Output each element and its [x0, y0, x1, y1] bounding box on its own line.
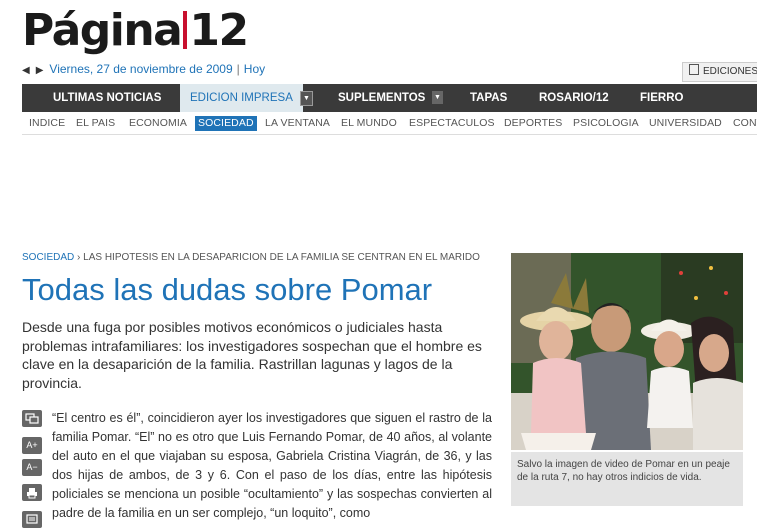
section-nav: INDICE EL PAIS ECONOMIA SOCIEDAD LA VENT… [22, 114, 757, 135]
section-economia[interactable]: ECONOMIA [129, 116, 187, 131]
section-deportes[interactable]: DEPORTES [504, 116, 562, 131]
font-decrease-icon[interactable]: A− [22, 459, 42, 476]
share-tool-icon[interactable] [22, 410, 42, 427]
nav-tapas[interactable]: TAPAS [470, 84, 507, 112]
breadcrumb-separator: › [77, 252, 81, 263]
section-el-pais[interactable]: EL PAIS [76, 116, 115, 131]
article-lead: Desde una fuga por posibles motivos econ… [22, 319, 482, 391]
site-logo[interactable]: Página 12 [22, 5, 249, 56]
editions-label: EDICIONES [703, 66, 757, 77]
editions-button[interactable]: EDICIONES [682, 62, 757, 82]
edicion-impresa-dropdown-icon[interactable]: ▼ [300, 91, 313, 106]
section-espectaculos[interactable]: ESPECTACULOS [409, 116, 495, 131]
dateline: ◀ ▶ Viernes, 27 de noviembre de 2009 | Hoy [22, 62, 265, 76]
next-day-icon[interactable]: ▶ [36, 65, 44, 76]
article-title: Todas las dudas sobre Pomar [22, 272, 433, 307]
section-la-ventana[interactable]: LA VENTANA [265, 116, 330, 131]
prev-day-icon[interactable]: ◀ [22, 65, 30, 76]
nav-edicion-impresa[interactable]: EDICION IMPRESA [180, 84, 303, 112]
breadcrumb: SOCIEDAD › LAS HIPOTESIS EN LA DESAPARIC… [22, 252, 480, 263]
editions-icon [689, 64, 699, 75]
breadcrumb-headline: LAS HIPOTESIS EN LA DESAPARICION DE LA F… [83, 252, 480, 263]
family-photo-illustration [511, 253, 743, 450]
section-universidad[interactable]: UNIVERSIDAD [649, 116, 722, 131]
article-body: “El centro es él”, coincidieron ayer los… [52, 411, 492, 520]
current-date: Viernes, 27 de noviembre de 2009 [49, 62, 233, 76]
main-nav: ULTIMAS NOTICIAS EDICION IMPRESA ▼ SUPLE… [22, 84, 757, 112]
section-sociedad[interactable]: SOCIEDAD [195, 116, 257, 131]
article-photo [511, 253, 743, 450]
section-indice[interactable]: INDICE [29, 116, 65, 131]
nav-ultimas-noticias[interactable]: ULTIMAS NOTICIAS [53, 84, 161, 112]
nav-rosario12[interactable]: ROSARIO/12 [539, 84, 609, 112]
logo-text-left: Página [22, 5, 183, 56]
section-el-mundo[interactable]: EL MUNDO [341, 116, 397, 131]
email-icon[interactable] [22, 511, 42, 528]
section-cont[interactable]: CONT [733, 116, 757, 131]
nav-fierro[interactable]: FIERRO [640, 84, 683, 112]
print-icon[interactable] [22, 484, 42, 501]
suplementos-dropdown-icon[interactable]: ▼ [432, 91, 443, 104]
today-link[interactable]: Hoy [244, 62, 265, 76]
photo-caption: Salvo la imagen de video de Pomar en un … [511, 452, 743, 506]
logo-divider [183, 11, 188, 49]
section-psicologia[interactable]: PSICOLOGIA [573, 116, 639, 131]
font-increase-icon[interactable]: A+ [22, 437, 42, 454]
breadcrumb-section[interactable]: SOCIEDAD [22, 252, 74, 263]
nav-suplementos[interactable]: SUPLEMENTOS [338, 84, 425, 112]
date-separator: | [236, 62, 240, 76]
logo-text-right: 12 [189, 5, 249, 56]
